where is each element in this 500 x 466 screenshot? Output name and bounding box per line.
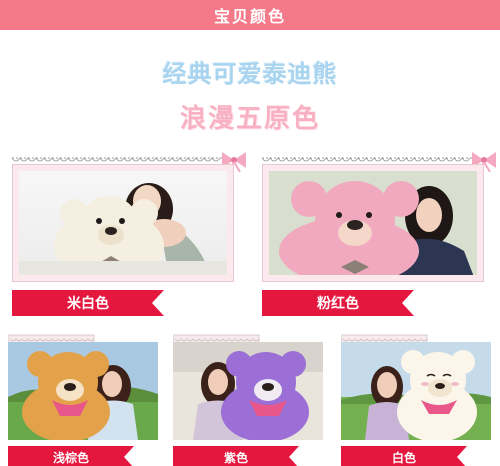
purple-bear-photo: [173, 342, 323, 440]
label-light-brown-text: 浅棕色: [52, 450, 89, 465]
label-white-text: 白色: [391, 450, 416, 465]
color-card-cream[interactable]: [12, 164, 234, 282]
slogan-line-1: 经典可爱泰迪熊: [162, 60, 338, 88]
color-card-pink[interactable]: [262, 164, 484, 282]
color-card-light-brown[interactable]: [8, 342, 158, 440]
header-bar: 宝贝颜色: [0, 0, 500, 30]
label-light-brown: 浅棕色: [8, 446, 134, 466]
label-purple-text: 紫色: [223, 450, 248, 465]
header-title: 宝贝颜色: [213, 7, 286, 26]
cream-bear-photo: [19, 183, 227, 275]
label-pink: 粉红色: [262, 290, 414, 316]
label-pink-text: 粉红色: [317, 296, 359, 312]
color-card-purple[interactable]: [173, 342, 323, 440]
label-cream-text: 米白色: [67, 296, 109, 312]
light-brown-bear-photo: [8, 342, 158, 440]
color-card-white[interactable]: [341, 342, 491, 440]
decorative-border-top: [12, 150, 248, 172]
label-white: 白色: [341, 446, 467, 466]
pink-bear-photo: [269, 171, 477, 275]
decorative-border-top: [262, 150, 498, 172]
white-bear-photo: [341, 342, 491, 440]
slogan-line-2: 浪漫五原色: [179, 104, 320, 134]
label-cream: 米白色: [12, 290, 164, 316]
label-purple: 紫色: [173, 446, 299, 466]
